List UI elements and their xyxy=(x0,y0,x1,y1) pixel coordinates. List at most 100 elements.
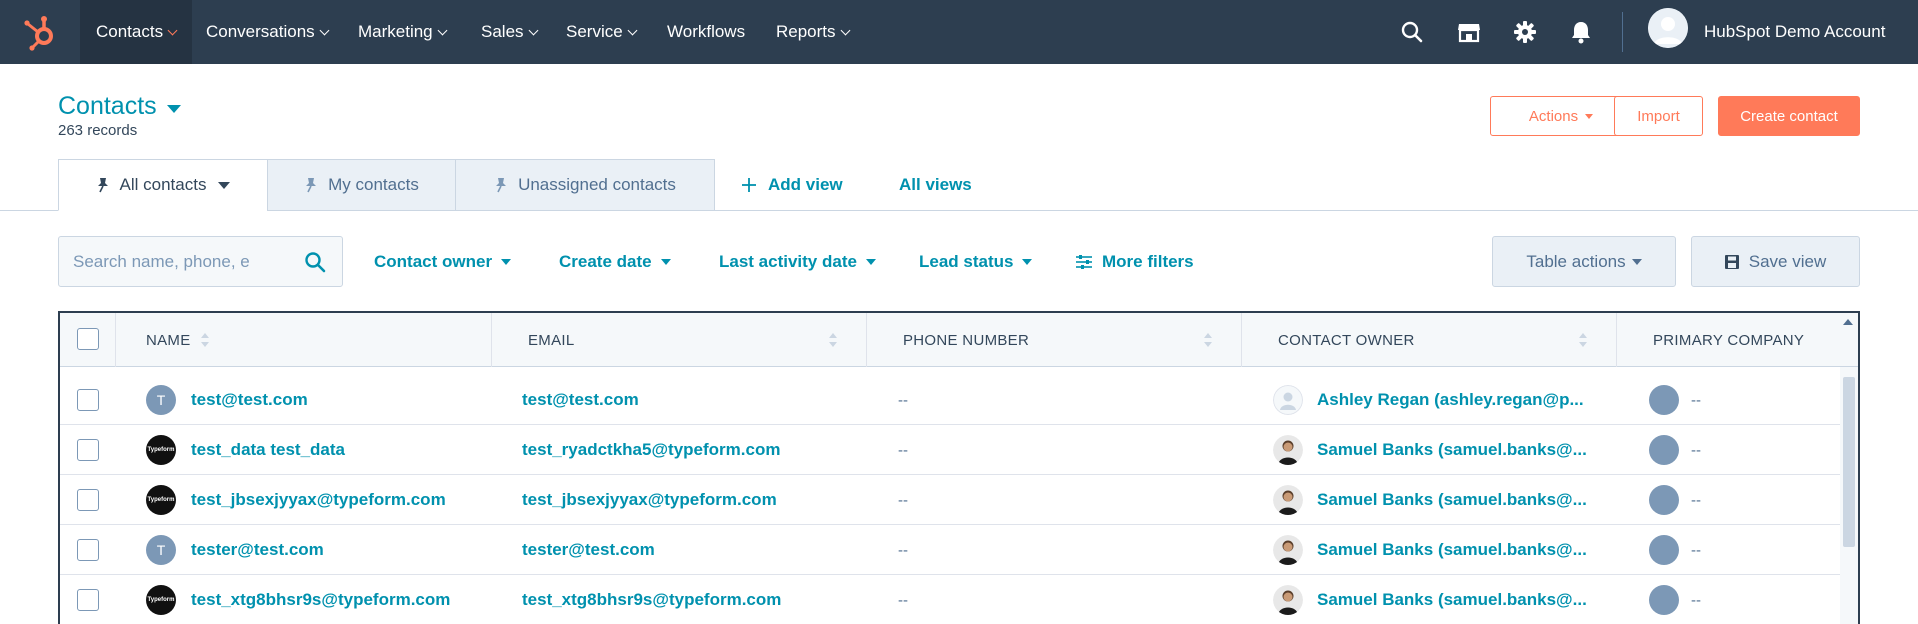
name-cell: Typeform test_data test_data xyxy=(146,425,345,475)
company-avatar xyxy=(1649,385,1679,415)
chevron-down-icon xyxy=(528,25,538,35)
all-views-link[interactable]: All views xyxy=(899,159,972,211)
company-avatar xyxy=(1649,535,1679,565)
tab-all-contacts[interactable]: All contacts xyxy=(58,159,268,211)
phone-cell: -- xyxy=(898,491,908,509)
column-label: NAME xyxy=(146,331,191,349)
column-header-phone[interactable]: PHONE NUMBER xyxy=(903,313,1029,367)
create-date-filter[interactable]: Create date xyxy=(559,236,671,287)
tab-label: All contacts xyxy=(119,175,207,194)
email-cell[interactable]: tester@test.com xyxy=(522,525,655,575)
nav-item-reports[interactable]: Reports xyxy=(776,0,850,64)
marketplace-icon[interactable] xyxy=(1455,18,1483,46)
add-view-button[interactable]: Add view xyxy=(742,159,843,211)
table-row[interactable]: Typeform test_xtg8bhsr9s@typeform.com te… xyxy=(60,575,1840,624)
nav-item-sales[interactable]: Sales xyxy=(481,0,538,64)
column-header-name[interactable]: NAME xyxy=(146,313,191,367)
save-view-button[interactable]: Save view xyxy=(1691,236,1860,287)
record-count: 263 records xyxy=(58,122,138,139)
email-cell[interactable]: test@test.com xyxy=(522,375,639,425)
company-cell: -- xyxy=(1649,475,1701,525)
filter-label: Contact owner xyxy=(374,251,493,271)
contact-name-link[interactable]: tester@test.com xyxy=(191,540,324,560)
contact-name-link[interactable]: test_xtg8bhsr9s@typeform.com xyxy=(191,590,450,610)
caret-down-icon xyxy=(218,181,231,189)
row-checkbox[interactable] xyxy=(77,489,99,511)
owner-link[interactable]: Ashley Regan (ashley.regan@p... xyxy=(1317,390,1584,410)
contact-name-link[interactable]: test@test.com xyxy=(191,390,308,410)
create-contact-button[interactable]: Create contact xyxy=(1718,96,1860,136)
table-header: NAME EMAIL PHONE NUMBER CONTACT OWNER PR… xyxy=(60,313,1858,367)
owner-link[interactable]: Samuel Banks (samuel.banks@... xyxy=(1317,490,1587,510)
row-checkbox[interactable] xyxy=(77,539,99,561)
owner-avatar xyxy=(1273,535,1303,565)
pin-icon xyxy=(494,177,508,193)
owner-link[interactable]: Samuel Banks (samuel.banks@... xyxy=(1317,590,1587,610)
gear-icon[interactable] xyxy=(1511,18,1539,46)
actions-button[interactable]: Actions xyxy=(1490,96,1632,136)
column-separator xyxy=(1616,313,1617,367)
save-icon xyxy=(1724,254,1739,269)
chevron-down-icon xyxy=(437,25,448,35)
table-scrollbar[interactable] xyxy=(1840,367,1858,624)
email-cell[interactable]: test_xtg8bhsr9s@typeform.com xyxy=(522,575,781,624)
column-header-email[interactable]: EMAIL xyxy=(528,313,575,367)
table-actions-button[interactable]: Table actions xyxy=(1492,236,1676,287)
tab-my-contacts[interactable]: My contacts xyxy=(267,159,456,211)
scrollbar-thumb[interactable] xyxy=(1843,377,1855,547)
contact-owner-filter[interactable]: Contact owner xyxy=(374,236,512,287)
account-menu[interactable]: HubSpot Demo Account xyxy=(1704,0,1885,64)
nav-item-marketing[interactable]: Marketing xyxy=(358,0,448,64)
nav-item-service[interactable]: Service xyxy=(566,0,638,64)
search-icon[interactable] xyxy=(304,251,326,278)
contact-name-link[interactable]: test_data test_data xyxy=(191,440,345,460)
contact-name-link[interactable]: test_jbsexjyyax@typeform.com xyxy=(191,490,446,510)
name-cell: T tester@test.com xyxy=(146,525,324,575)
nav-item-contacts[interactable]: Contacts xyxy=(80,0,193,64)
row-checkbox[interactable] xyxy=(77,439,99,461)
caret-down-icon xyxy=(865,258,876,265)
page-title[interactable]: Contacts xyxy=(58,92,181,121)
table-row[interactable]: Typeform test_jbsexjyyax@typeform.com te… xyxy=(60,475,1840,525)
sort-icon[interactable] xyxy=(828,330,838,350)
contact-avatar: T xyxy=(146,385,176,415)
select-all-checkbox[interactable] xyxy=(77,328,99,350)
scroll-up-icon[interactable] xyxy=(1843,319,1853,325)
company-cell: -- xyxy=(1649,375,1701,425)
lead-status-filter[interactable]: Lead status xyxy=(919,236,1033,287)
more-filters-button[interactable]: More filters xyxy=(1076,236,1194,287)
bell-icon[interactable] xyxy=(1567,18,1595,46)
owner-link[interactable]: Samuel Banks (samuel.banks@... xyxy=(1317,540,1587,560)
search-icon[interactable] xyxy=(1398,18,1426,46)
email-cell[interactable]: test_jbsexjyyax@typeform.com xyxy=(522,475,777,525)
table-row[interactable]: Typeform test_data test_data test_ryadct… xyxy=(60,425,1840,475)
search-input[interactable] xyxy=(73,251,293,272)
account-name-label: HubSpot Demo Account xyxy=(1704,22,1886,41)
column-header-primary-company[interactable]: PRIMARY COMPANY xyxy=(1653,313,1804,367)
sort-icon[interactable] xyxy=(1203,330,1213,350)
owner-link[interactable]: Samuel Banks (samuel.banks@... xyxy=(1317,440,1587,460)
owner-cell: Samuel Banks (samuel.banks@... xyxy=(1273,525,1587,575)
add-view-label: Add view xyxy=(768,175,843,194)
company-value: -- xyxy=(1691,441,1701,459)
column-header-contact-owner[interactable]: CONTACT OWNER xyxy=(1278,313,1415,367)
import-button[interactable]: Import xyxy=(1614,96,1703,136)
caret-down-icon xyxy=(660,258,671,265)
table-row[interactable]: T tester@test.com tester@test.com -- Sam… xyxy=(60,525,1840,575)
nav-item-conversations[interactable]: Conversations xyxy=(206,0,330,64)
sort-icon[interactable] xyxy=(1578,330,1588,350)
tab-unassigned-contacts[interactable]: Unassigned contacts xyxy=(455,159,715,211)
column-separator xyxy=(115,313,116,367)
hubspot-logo-icon[interactable] xyxy=(20,12,60,52)
row-checkbox[interactable] xyxy=(77,589,99,611)
sort-icon[interactable] xyxy=(200,330,210,350)
company-avatar xyxy=(1649,585,1679,615)
account-avatar[interactable] xyxy=(1648,8,1688,48)
column-label: PRIMARY COMPANY xyxy=(1653,331,1805,349)
table-row[interactable]: T test@test.com test@test.com -- Ashley … xyxy=(60,375,1840,425)
company-value: -- xyxy=(1691,491,1701,509)
nav-item-workflows[interactable]: Workflows xyxy=(667,0,745,64)
email-cell[interactable]: test_ryadctkha5@typeform.com xyxy=(522,425,780,475)
row-checkbox[interactable] xyxy=(77,389,99,411)
last-activity-date-filter[interactable]: Last activity date xyxy=(719,236,876,287)
